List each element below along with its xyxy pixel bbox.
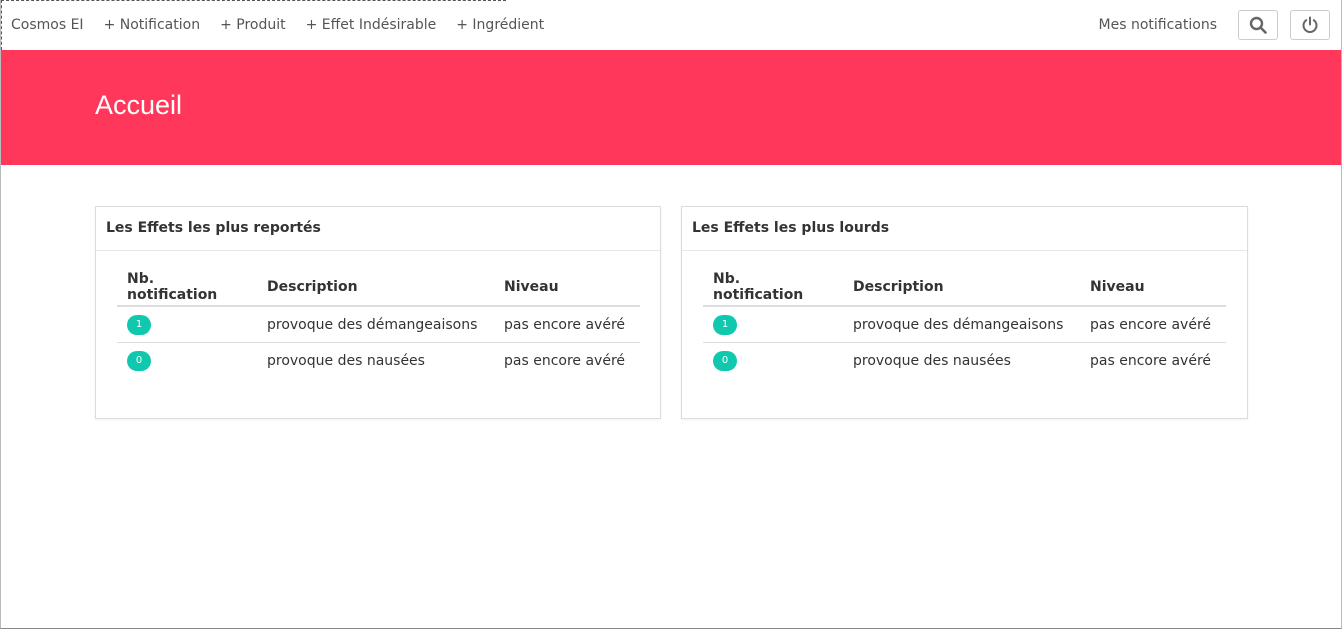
table-header-row: Nb. notification Description Niveau (117, 269, 640, 307)
nav-link-notification[interactable]: + Notification (94, 0, 211, 50)
hero-banner: Accueil (1, 50, 1341, 165)
table-header-row: Nb. notification Description Niveau (703, 269, 1226, 307)
description-cell: provoque des démangeaisons (257, 306, 494, 343)
count-cell: 1 (703, 306, 843, 343)
count-badge: 1 (127, 314, 151, 335)
count-badge: 0 (127, 350, 151, 371)
search-icon (1249, 16, 1267, 34)
my-notifications-link[interactable]: Mes notifications (1089, 0, 1238, 50)
table-row[interactable]: 0 provoque des nausées pas encore avéré (703, 343, 1226, 379)
count-cell: 0 (703, 343, 843, 379)
table-row[interactable]: 1 provoque des démangeaisons pas encore … (703, 306, 1226, 343)
column-header-count: Nb. notification (703, 269, 843, 307)
nav-link-effet-indesirable[interactable]: + Effet Indésirable (296, 0, 447, 50)
logout-button[interactable] (1290, 10, 1330, 40)
column-header-description: Description (843, 269, 1080, 307)
table-row[interactable]: 0 provoque des nausées pas encore avéré (117, 343, 640, 379)
brand-link[interactable]: Cosmos EI (1, 0, 94, 50)
count-cell: 1 (117, 306, 257, 343)
nav-right: Mes notifications (1089, 0, 1341, 50)
panel-title: Les Effets les plus reportés (96, 207, 660, 251)
column-header-level: Niveau (494, 269, 640, 307)
description-cell: provoque des nausées (853, 352, 1011, 369)
search-button[interactable] (1238, 10, 1278, 40)
panel-title: Les Effets les plus lourds (682, 207, 1247, 251)
effects-table: Nb. notification Description Niveau 1 pr… (703, 269, 1226, 378)
column-header-description: Description (257, 269, 494, 307)
level-cell: pas encore avéré (504, 352, 626, 369)
page: Cosmos EI + Notification + Produit + Eff… (0, 0, 1342, 629)
description-cell: provoque des nausées (267, 352, 425, 369)
level-cell: pas encore avéré (1090, 352, 1212, 369)
level-cell: pas encore avéré (494, 306, 640, 343)
effects-table: Nb. notification Description Niveau 1 pr… (117, 269, 640, 378)
panel-most-reported: Les Effets les plus reportés Nb. notific… (95, 206, 661, 419)
description-cell: provoque des démangeaisons (843, 306, 1080, 343)
page-title: Accueil (95, 90, 183, 120)
nav-link-ingredient[interactable]: + Ingrédient (446, 0, 554, 50)
navbar: Cosmos EI + Notification + Produit + Eff… (1, 0, 1341, 50)
nav-link-produit[interactable]: + Produit (210, 0, 296, 50)
column-header-count: Nb. notification (117, 269, 257, 307)
nav-left: Cosmos EI + Notification + Produit + Eff… (1, 0, 554, 50)
power-icon (1302, 16, 1318, 33)
count-badge: 0 (713, 350, 737, 371)
column-header-level: Niveau (1080, 269, 1226, 307)
level-cell: pas encore avéré (1080, 306, 1226, 343)
count-badge: 1 (713, 314, 737, 335)
table-row[interactable]: 1 provoque des démangeaisons pas encore … (117, 306, 640, 343)
count-cell: 0 (117, 343, 257, 379)
panel-most-severe: Les Effets les plus lourds Nb. notificat… (681, 206, 1248, 419)
